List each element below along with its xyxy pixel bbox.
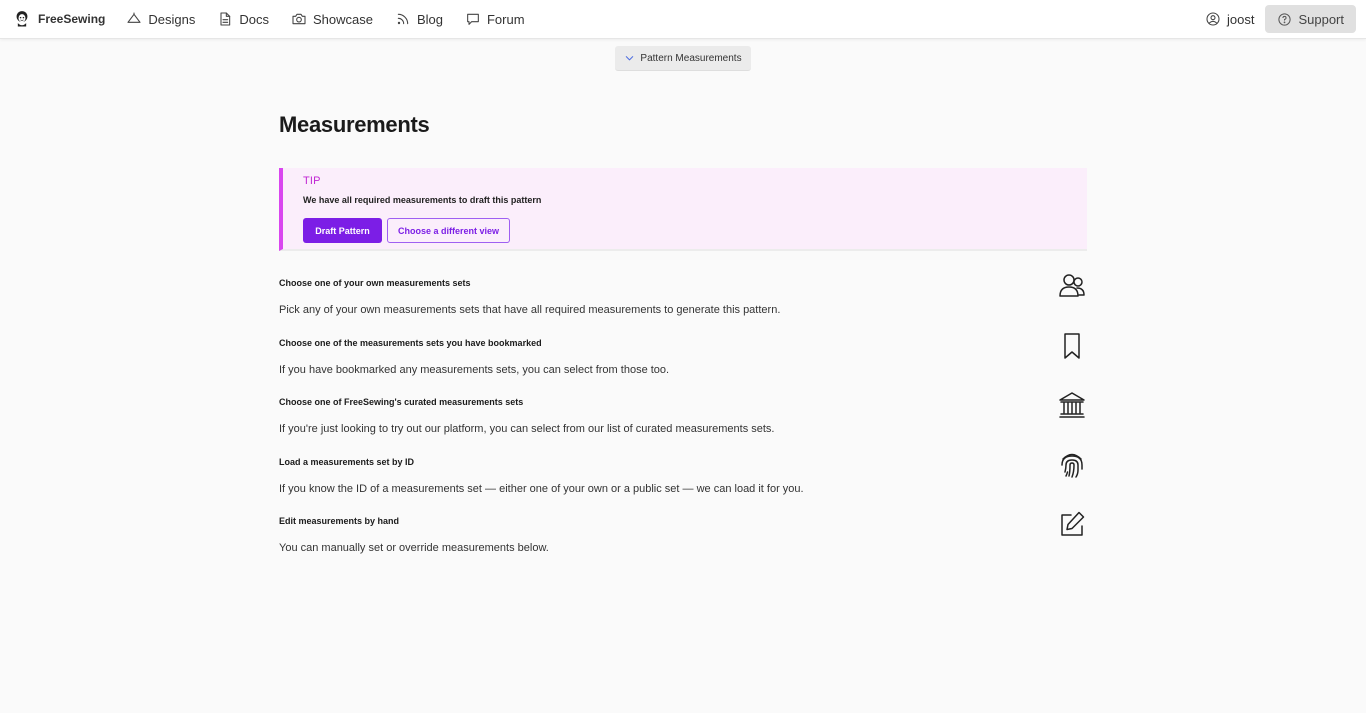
- freesewing-logo-icon: [16, 11, 28, 27]
- chat-icon: [467, 13, 479, 25]
- edit-icon: [1057, 509, 1087, 539]
- nav-left: FreeSewing Designs Docs Showcase Blog Fo…: [0, 0, 536, 38]
- bank-icon: [1057, 390, 1087, 420]
- bookmark-icon: [1057, 331, 1087, 361]
- user-name: joost: [1226, 11, 1255, 27]
- tip-box: TIP We have all required measurements to…: [279, 168, 1087, 251]
- option-description: You can manually set or override measure…: [279, 542, 549, 554]
- option-bookmarked-sets[interactable]: Choose one of the measurements sets you …: [279, 333, 1087, 390]
- brand-link[interactable]: FreeSewing: [10, 0, 115, 38]
- nav-item-docs[interactable]: Docs: [206, 0, 280, 38]
- option-description: If you're just looking to try out our pl…: [279, 423, 775, 435]
- users-icon: [1057, 271, 1087, 301]
- nav-item-showcase[interactable]: Showcase: [280, 0, 384, 38]
- nav-right: joost Support: [1194, 0, 1356, 38]
- support-label: Support: [1298, 11, 1344, 27]
- fingerprint-icon: [1057, 450, 1087, 480]
- pattern-measurements-toggle[interactable]: Pattern Measurements: [615, 46, 751, 71]
- nav-item-label: Showcase: [312, 11, 373, 27]
- option-title: Load a measurements set by ID: [279, 457, 415, 467]
- option-load-by-id[interactable]: Load a measurements set by ID If you kno…: [279, 453, 1087, 509]
- option-title: Choose one of FreeSewing's curated measu…: [279, 397, 524, 407]
- nav-item-blog[interactable]: Blog: [384, 0, 454, 38]
- user-circle-icon: [1206, 12, 1220, 26]
- choose-different-view-button[interactable]: Choose a different view: [387, 218, 510, 243]
- option-description: If you have bookmarked any measurements …: [279, 364, 670, 376]
- option-title: Edit measurements by hand: [279, 516, 400, 526]
- nav-item-forum[interactable]: Forum: [454, 0, 536, 38]
- user-account-link[interactable]: joost: [1194, 0, 1265, 38]
- option-title: Choose one of the measurements sets you …: [279, 338, 542, 348]
- tip-label: TIP: [303, 175, 321, 187]
- page-title: Measurements: [279, 112, 430, 137]
- camera-icon: [292, 13, 306, 25]
- docs-icon: [220, 12, 231, 26]
- nav-item-label: Docs: [239, 11, 269, 27]
- option-title: Choose one of your own measurements sets: [279, 278, 471, 288]
- option-description: Pick any of your own measurements sets t…: [279, 304, 781, 316]
- nav-item-label: Blog: [416, 11, 443, 27]
- designs-icon: [127, 12, 141, 23]
- option-description: If you know the ID of a measurements set…: [279, 483, 804, 495]
- help-circle-icon: [1278, 12, 1292, 26]
- top-navbar: FreeSewing Designs Docs Showcase Blog Fo…: [0, 0, 1366, 39]
- option-own-sets[interactable]: Choose one of your own measurements sets…: [279, 274, 1087, 330]
- nav-item-designs[interactable]: Designs: [115, 0, 206, 38]
- brand-label: FreeSewing: [38, 12, 106, 26]
- tip-text: We have all required measurements to dra…: [303, 195, 542, 205]
- pattern-measurements-label: Pattern Measurements: [640, 52, 742, 64]
- nav-item-label: Forum: [486, 11, 525, 27]
- chevron-down-icon: [626, 55, 634, 60]
- support-button[interactable]: Support: [1265, 5, 1356, 33]
- option-edit-by-hand[interactable]: Edit measurements by hand You can manual…: [279, 511, 1087, 568]
- rss-icon: [397, 13, 409, 25]
- nav-item-label: Designs: [148, 11, 196, 27]
- draft-pattern-button[interactable]: Draft Pattern: [303, 218, 382, 243]
- option-curated-sets[interactable]: Choose one of FreeSewing's curated measu…: [279, 392, 1087, 449]
